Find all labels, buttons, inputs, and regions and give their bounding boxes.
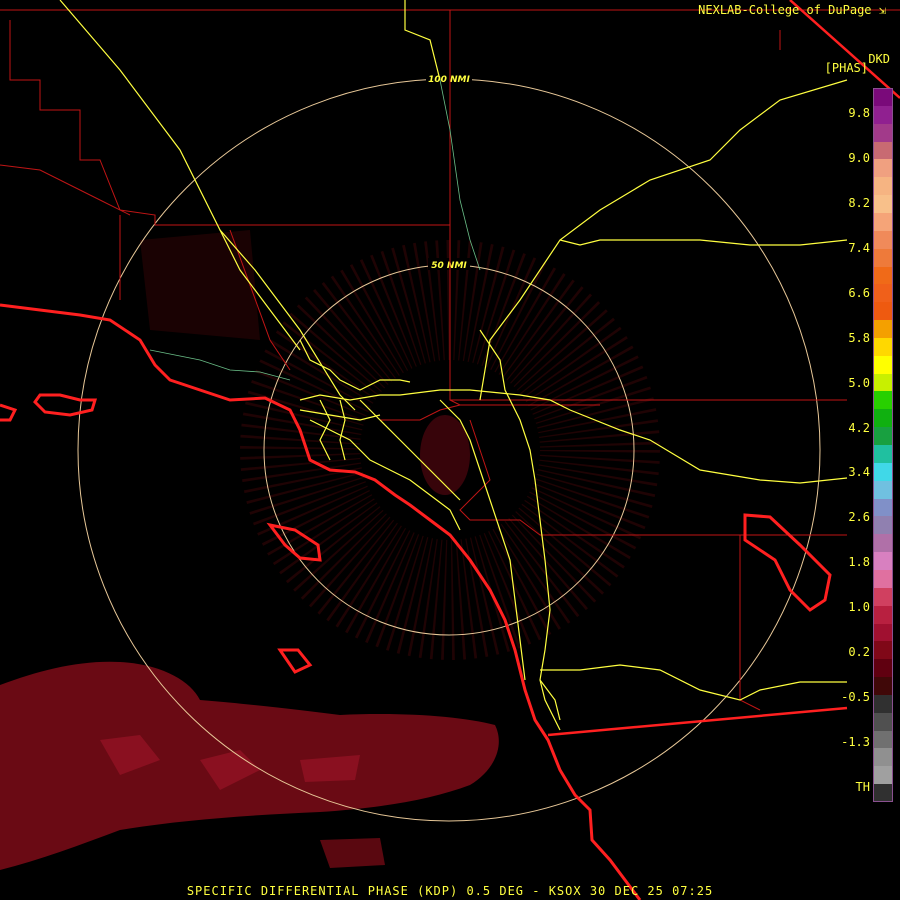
external-link-icon[interactable]: ⇲	[879, 3, 886, 17]
color-legend	[873, 88, 893, 803]
legend-tick-label: 9.0	[848, 150, 870, 165]
legend-tick-label: 0.2	[848, 645, 870, 660]
range-ring-100-label: 100 NMI	[428, 75, 470, 85]
credit-text: NEXLAB-College of DuPage ⇲	[698, 3, 886, 17]
legend-labels: 9.8 9.0 8.2 7.4 6.6 5.8 5.0 4.2 3.4 2.6 1.8 1.0 0.2 -…	[830, 88, 870, 802]
legend-tick-label: 8.2	[848, 195, 870, 210]
legend-tick-label: 2.6	[848, 510, 870, 525]
legend-tick-label: 1.8	[848, 555, 870, 570]
legend-tick-label: 6.6	[848, 285, 870, 300]
legend-tick-label: 1.0	[848, 600, 870, 615]
product-footer: SPECIFIC DIFFERENTIAL PHASE (KDP) 0.5 DE…	[186, 884, 714, 898]
legend-tick-label: 4.2	[848, 420, 870, 435]
legend-tick-label: 3.4	[848, 465, 870, 480]
legend-tick-label: -0.5	[841, 690, 870, 705]
legend-tick-label: 9.8	[848, 106, 870, 120]
radar-map[interactable]: 50 NMI 100 NMI	[0, 0, 900, 900]
legend-tick-label: 5.8	[848, 330, 870, 345]
legend-tick-label: 7.4	[848, 240, 870, 255]
legend-tick-label: TH	[855, 780, 870, 794]
product-unit: [PHAS]	[824, 61, 868, 75]
range-ring-50-label: 50 NMI	[431, 261, 467, 271]
product-code: DKD	[868, 52, 890, 66]
legend-tick-label: 5.0	[848, 375, 870, 390]
legend-tick-label: -1.3	[841, 735, 870, 750]
